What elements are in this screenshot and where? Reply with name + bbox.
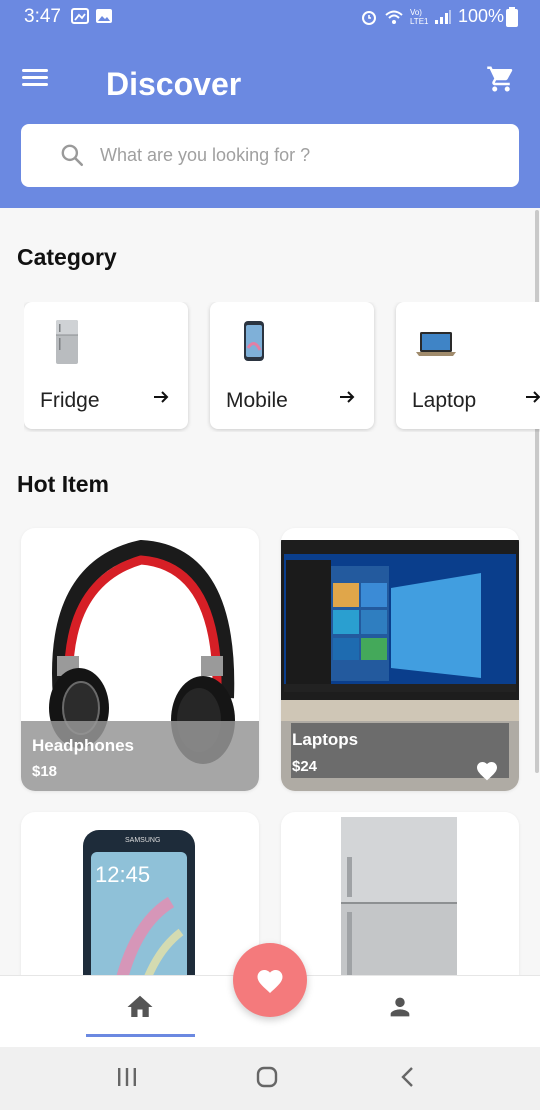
favorite-heart-icon[interactable] (475, 759, 499, 781)
network-label: Vo) LTE1 (409, 7, 429, 26)
favorite-fab-button[interactable] (233, 943, 307, 1017)
screenshot-notification-icon (71, 8, 89, 24)
battery-icon (506, 7, 518, 27)
category-label: Fridge (40, 389, 100, 412)
home-system-icon[interactable] (255, 1065, 279, 1089)
heart-icon (257, 970, 283, 993)
header: 3:47 Vo) LTE1 100% Discover (0, 0, 540, 208)
gallery-notification-icon (96, 9, 112, 23)
category-list[interactable]: Fridge Mobile Laptop (24, 302, 540, 432)
category-card-mobile[interactable]: Mobile (210, 302, 374, 429)
shopping-cart-icon[interactable] (486, 64, 518, 96)
category-label: Mobile (226, 389, 288, 412)
arrow-right-icon (526, 391, 540, 403)
signal-icon (434, 9, 451, 24)
status-bar: 3:47 Vo) LTE1 100% (0, 0, 540, 32)
back-icon[interactable] (397, 1065, 419, 1089)
alarm-icon (361, 10, 376, 25)
hot-item-name: Headphones (32, 736, 135, 755)
battery-percent: 100% (457, 6, 504, 26)
hot-item-price: $24 (292, 758, 318, 775)
category-section-title: Category (17, 244, 117, 270)
hot-item-overlay (21, 721, 259, 791)
category-card-fridge[interactable]: Fridge (24, 302, 188, 429)
arrow-right-icon (154, 391, 169, 403)
page-title: Discover (106, 66, 242, 102)
status-notification-icons (71, 7, 113, 25)
app-bar: Discover (0, 40, 540, 124)
home-active-indicator (86, 1034, 195, 1037)
arrow-right-icon (340, 391, 355, 403)
category-label: Laptop (412, 389, 477, 412)
category-card-laptop[interactable]: Laptop (396, 302, 540, 429)
hot-item-price: $18 (32, 763, 58, 780)
system-navigation-bar (0, 1047, 540, 1110)
recent-apps-icon[interactable] (116, 1065, 138, 1089)
fridge-icon (56, 320, 78, 364)
scrollbar[interactable] (535, 210, 539, 773)
search-input[interactable] (100, 138, 500, 172)
laptop-icon (416, 332, 456, 356)
hot-item-card-laptops[interactable]: Laptops $24 (281, 528, 519, 791)
hamburger-menu-icon[interactable] (22, 66, 52, 90)
status-right-icons: Vo) LTE1 100% (360, 6, 520, 27)
profile-icon[interactable] (386, 992, 414, 1022)
hot-item-card-headphones[interactable]: Headphones $18 (21, 528, 259, 791)
hot-item-section-title: Hot Item (17, 471, 109, 497)
wifi-icon (385, 10, 403, 24)
status-time: 3:47 (24, 6, 61, 27)
svg-text:12:45: 12:45 (95, 862, 150, 887)
mobile-icon (244, 321, 264, 361)
search-bar[interactable] (21, 124, 519, 187)
home-icon[interactable] (124, 992, 156, 1022)
hot-item-name: Laptops (292, 730, 359, 749)
svg-text:SAMSUNG: SAMSUNG (125, 837, 160, 844)
search-icon (61, 144, 84, 167)
